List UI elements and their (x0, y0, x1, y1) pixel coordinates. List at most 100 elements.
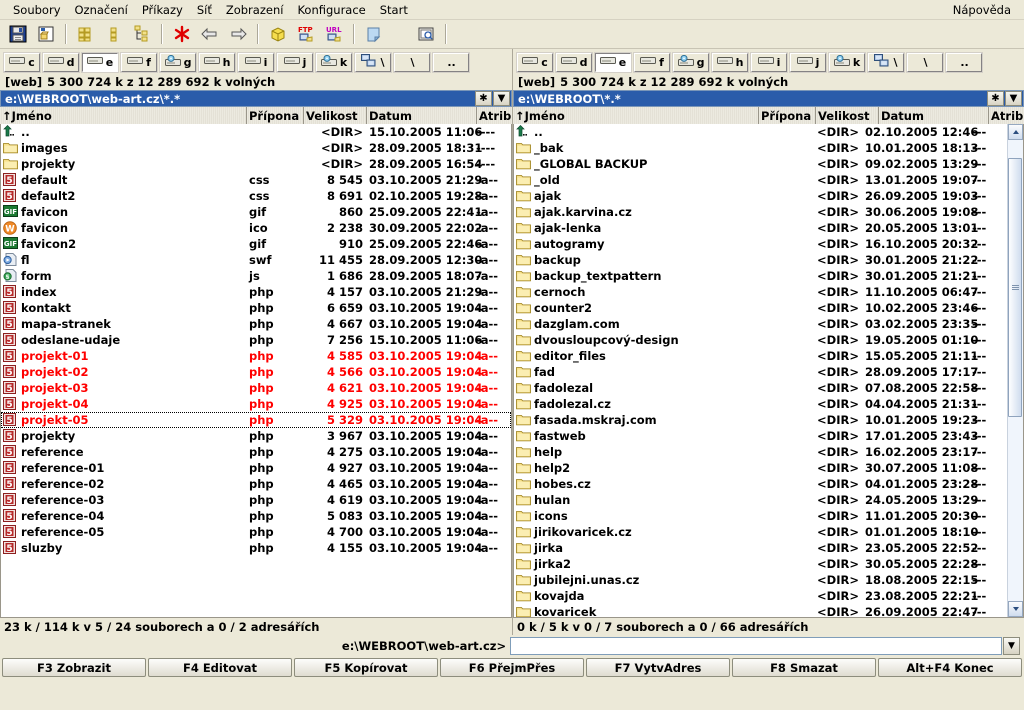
column-header-name[interactable]: ↑Jméno (0, 107, 247, 124)
file-row[interactable]: 5odeslane-udajephp7 25615.10.2005 11:06-… (1, 332, 511, 348)
file-row[interactable]: GIFfavicongif86025.09.2005 22:41-a-- (1, 204, 511, 220)
drive-button-updir[interactable]: .. (433, 53, 469, 72)
file-row[interactable]: ajak-lenka<DIR>20.05.2005 13:01--- (514, 220, 1007, 236)
file-row[interactable]: cernoch<DIR>11.10.2005 06:47--- (514, 284, 1007, 300)
file-row[interactable]: 5projekt-02php4 56603.10.2005 19:04-a-- (1, 364, 511, 380)
drive-button-k[interactable]: k (829, 53, 865, 72)
scrollbar-thumb[interactable] (1008, 158, 1022, 416)
back-arrow-icon[interactable] (198, 22, 222, 46)
file-row[interactable]: jubilejni.unas.cz<DIR>18.08.2005 22:15--… (514, 572, 1007, 588)
file-row[interactable]: dazglam.com<DIR>03.02.2005 23:35--- (514, 316, 1007, 332)
viewer-icon[interactable] (414, 22, 438, 46)
file-row[interactable]: 5reference-03php4 61903.10.2005 19:04-a-… (1, 492, 511, 508)
drive-button-j[interactable]: j (277, 53, 313, 72)
file-row[interactable]: projekty<DIR>28.09.2005 16:54---- (1, 156, 511, 172)
drive-button-g[interactable]: g (673, 53, 709, 72)
drive-button-g[interactable]: g (160, 53, 196, 72)
file-row[interactable]: 5reference-02php4 46503.10.2005 19:04-a-… (1, 476, 511, 492)
file-row[interactable]: jirka2<DIR>30.05.2005 22:28--- (514, 556, 1007, 572)
drive-button-i[interactable]: i (238, 53, 274, 72)
column-header-ext[interactable]: Přípona (247, 107, 304, 124)
file-row[interactable]: fadolezal.cz<DIR>04.04.2005 21:31--- (514, 396, 1007, 412)
file-row[interactable]: 5referencephp4 27503.10.2005 19:04-a-- (1, 444, 511, 460)
file-row[interactable]: Wfaviconico2 23830.09.2005 22:02-a-- (1, 220, 511, 236)
file-row[interactable]: backup_textpattern<DIR>30.01.2005 21:21-… (514, 268, 1007, 284)
left-path-bar[interactable]: e:\WEBROOT\web-art.cz\*.* ✱ ▼ (0, 90, 512, 107)
file-row[interactable]: kovaricek<DIR>26.09.2005 22:47--- (514, 604, 1007, 617)
drive-button-i[interactable]: i (751, 53, 787, 72)
column-header-size[interactable]: Velikost (816, 107, 879, 124)
file-row[interactable]: 5projekt-03php4 62103.10.2005 19:04-a-- (1, 380, 511, 396)
command-history-dropdown[interactable]: ▼ (1003, 637, 1020, 655)
forward-arrow-icon[interactable] (226, 22, 250, 46)
tree-icon[interactable] (130, 22, 154, 46)
ftp-icon[interactable]: FTP (294, 22, 318, 46)
file-row[interactable]: 5default2css8 69102.10.2005 19:28-a-- (1, 188, 511, 204)
left-path-history-dropdown[interactable]: ▼ (493, 91, 510, 106)
file-row[interactable]: icons<DIR>11.01.2005 20:30--- (514, 508, 1007, 524)
column-header-date[interactable]: Datum (879, 107, 989, 124)
menu-item-help[interactable]: Nápověda (946, 1, 1018, 19)
file-row[interactable]: autogramy<DIR>16.10.2005 20:32--- (514, 236, 1007, 252)
drive-button-j[interactable]: j (790, 53, 826, 72)
drive-button-f[interactable]: f (121, 53, 157, 72)
function-key-f8[interactable]: F8 Smazat (732, 658, 876, 677)
drive-button-network[interactable]: \ (868, 53, 904, 72)
file-row[interactable]: 5defaultcss8 54503.10.2005 21:29-a-- (1, 172, 511, 188)
select-all-icon[interactable] (74, 22, 98, 46)
save-icon[interactable] (6, 22, 30, 46)
menu-item-ozna-en-[interactable]: Označení (68, 1, 135, 19)
file-row[interactable]: 5projekt-01php4 58503.10.2005 19:04-a-- (1, 348, 511, 364)
right-path-filter-button[interactable]: ✱ (987, 91, 1004, 106)
file-row[interactable]: 5kontaktphp6 65903.10.2005 19:04-a-- (1, 300, 511, 316)
file-row[interactable]: 5sluzbyphp4 15503.10.2005 19:04-a-- (1, 540, 511, 556)
right-path-history-dropdown[interactable]: ▼ (1005, 91, 1022, 106)
file-row[interactable]: backup<DIR>30.01.2005 21:22--- (514, 252, 1007, 268)
file-row[interactable]: 5indexphp4 15703.10.2005 21:29-a-- (1, 284, 511, 300)
file-row[interactable]: 5mapa-stranekphp4 66703.10.2005 19:04-a-… (1, 316, 511, 332)
file-row[interactable]: editor_files<DIR>15.05.2005 21:11--- (514, 348, 1007, 364)
drive-button-d[interactable]: d (556, 53, 592, 72)
file-row[interactable]: jirka<DIR>23.05.2005 22:52--- (514, 540, 1007, 556)
file-row[interactable]: formjs1 68628.09.2005 18:07-a-- (1, 268, 511, 284)
file-row[interactable]: hobes.cz<DIR>04.01.2005 23:28--- (514, 476, 1007, 492)
scroll-down-icon[interactable] (1008, 601, 1023, 617)
file-row[interactable]: fadolezal<DIR>07.08.2005 22:58--- (514, 380, 1007, 396)
menu-item-start[interactable]: Start (373, 1, 415, 19)
menu-item-s-[interactable]: Síť (190, 1, 219, 19)
file-row[interactable]: fasada.mskraj.com<DIR>10.01.2005 19:23--… (514, 412, 1007, 428)
drive-button-k[interactable]: k (316, 53, 352, 72)
file-row[interactable]: _GLOBAL BACKUP<DIR>09.02.2005 13:29--- (514, 156, 1007, 172)
right-file-list[interactable]: ..<DIR>02.10.2005 12:46---_bak<DIR>10.01… (514, 124, 1007, 617)
scrollbar-track[interactable] (1008, 140, 1023, 601)
file-row[interactable]: GIFfavicon2gif91025.09.2005 22:46-a-- (1, 236, 511, 252)
file-row[interactable]: _old<DIR>13.01.2005 19:07--- (514, 172, 1007, 188)
package-icon[interactable] (266, 22, 290, 46)
file-row[interactable]: 5projektyphp3 96703.10.2005 19:04-a-- (1, 428, 511, 444)
file-row[interactable]: 5projekt-05php5 32903.10.2005 19:04-a-- (1, 412, 511, 428)
column-header-attr[interactable]: Atrib (477, 107, 512, 124)
function-key-alt-f4[interactable]: Alt+F4 Konec (878, 658, 1022, 677)
drive-button-h[interactable]: h (199, 53, 235, 72)
right-path-bar[interactable]: e:\WEBROOT\*.* ✱ ▼ (513, 90, 1024, 107)
drive-button-h[interactable]: h (712, 53, 748, 72)
drive-button-e[interactable]: e (595, 53, 631, 72)
menu-item-p-kazy[interactable]: Příkazy (135, 1, 190, 19)
menu-item-zobrazen-[interactable]: Zobrazení (219, 1, 291, 19)
file-row[interactable]: 5projekt-04php4 92503.10.2005 19:04-a-- (1, 396, 511, 412)
column-header-attr[interactable]: Atrib (989, 107, 1024, 124)
file-row[interactable]: ..<DIR>02.10.2005 12:46--- (514, 124, 1007, 140)
function-key-f3[interactable]: F3 Zobrazit (2, 658, 146, 677)
column-header-date[interactable]: Datum (367, 107, 477, 124)
select-one-icon[interactable] (102, 22, 126, 46)
left-file-list[interactable]: ..<DIR>15.10.2005 11:06----images<DIR>28… (1, 124, 511, 617)
function-key-f4[interactable]: F4 Editovat (148, 658, 292, 677)
file-row[interactable]: ..<DIR>15.10.2005 11:06---- (1, 124, 511, 140)
column-header-size[interactable]: Velikost (304, 107, 367, 124)
file-row[interactable]: dvousloupcový-design<DIR>19.05.2005 01:1… (514, 332, 1007, 348)
drive-button-network[interactable]: \ (907, 53, 943, 72)
right-scrollbar[interactable] (1007, 124, 1023, 617)
drive-button-e[interactable]: e (82, 53, 118, 72)
command-line-input[interactable] (510, 637, 1002, 655)
open-folder-icon[interactable] (34, 22, 58, 46)
